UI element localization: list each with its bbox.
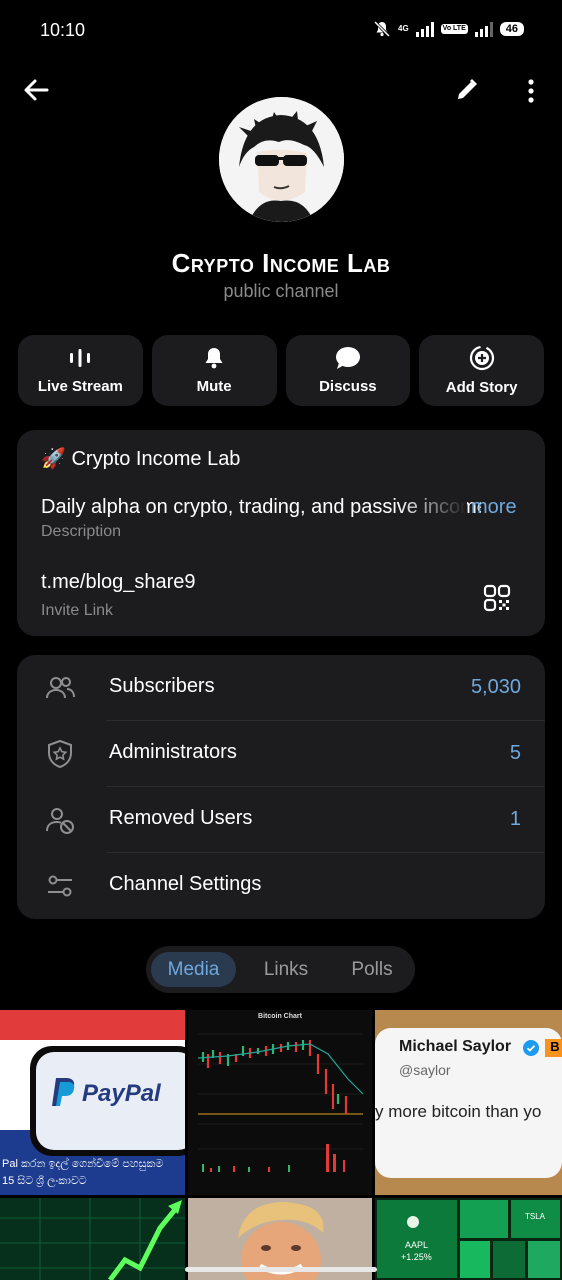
stock-heatmap-thumbnail <box>377 1200 560 1278</box>
chart-caption: Bitcoin Chart <box>258 1013 302 1020</box>
back-arrow-icon[interactable] <box>23 77 49 103</box>
live-stream-label: Live Stream <box>37 378 123 395</box>
stock-label-2: TSLA <box>525 1212 546 1221</box>
media-tabs: Media Links Polls <box>146 946 415 993</box>
mute-notification-icon <box>373 20 391 38</box>
bitcoin-badge: B <box>545 1039 562 1057</box>
removed-users-count: 1 <box>509 808 521 830</box>
media-tile-saylor-tweet[interactable]: Michael Saylor B @saylor y more bitcoin … <box>375 1010 562 1195</box>
discuss-label: Discuss <box>319 378 377 395</box>
description-label: Description <box>41 523 122 540</box>
bitcoin-chart-thumbnail <box>197 1033 364 1172</box>
gesture-nav-handle[interactable] <box>185 1267 377 1272</box>
paypal-wordmark: PayPal <box>82 1080 161 1107</box>
invite-link-label: Invite Link <box>41 602 114 619</box>
action-buttons: Live Stream Mute Discuss Add Story <box>18 335 544 406</box>
administrators-label: Administrators <box>109 741 237 763</box>
volte-label: Vo LTE <box>440 24 468 34</box>
add-story-label: Add Story <box>445 379 518 396</box>
channel-settings-list: Subscribers 5,030 Administrators 5 Remov… <box>17 655 545 919</box>
stock-change: +1.25% <box>401 1252 432 1262</box>
live-stream-button[interactable]: Live Stream <box>18 335 143 406</box>
tab-links[interactable]: Links <box>246 952 326 987</box>
paypal-band <box>0 1010 185 1040</box>
channel-info-card: 🚀 Crypto Income Lab Daily alpha on crypt… <box>17 430 545 636</box>
media-tile-growth-chart[interactable] <box>0 1198 185 1280</box>
chat-bubble-icon <box>335 347 360 369</box>
user-blocked-icon <box>46 808 74 834</box>
administrators-row[interactable]: Administrators 5 <box>17 721 545 787</box>
more-options-icon[interactable] <box>521 78 541 104</box>
signal-icon-2 <box>474 21 493 37</box>
stock-label: AAPL <box>405 1240 429 1250</box>
description-fade <box>397 492 467 522</box>
shield-star-icon <box>48 739 72 769</box>
paypal-logo-icon <box>52 1078 75 1106</box>
qr-code-icon[interactable] <box>483 584 511 612</box>
administrators-count: 5 <box>509 742 521 764</box>
users-icon <box>46 677 75 699</box>
verified-badge-icon <box>523 1040 539 1056</box>
mute-label: Mute <box>196 378 232 395</box>
status-icons: 4G Vo LTE 46 <box>373 20 524 38</box>
channel-settings-row[interactable]: Channel Settings <box>17 853 545 919</box>
channel-subtitle: public channel <box>223 281 339 301</box>
mute-button[interactable]: Mute <box>151 335 277 406</box>
network-type-label: 4G <box>398 24 409 33</box>
paypal-caption-1: Pal කරන ඉදල් ගෙන්වීමේ පහසුකම <box>2 1158 164 1170</box>
add-story-button[interactable]: Add Story <box>419 335 544 406</box>
invite-link-text[interactable]: t.me/blog_share9 <box>41 571 196 594</box>
subscribers-row[interactable]: Subscribers 5,030 <box>17 655 545 721</box>
sliders-icon <box>48 875 72 897</box>
info-channel-name: 🚀 Crypto Income Lab <box>41 448 241 470</box>
growth-chart-thumbnail <box>0 1198 185 1280</box>
media-tile-paypal[interactable]: PayPal Pal කරන ඉදල් ගෙන්වීමේ පහසුකම 15 ස… <box>0 1010 185 1195</box>
removed-users-label: Removed Users <box>109 807 253 829</box>
status-time: 10:10 <box>40 20 86 40</box>
removed-users-row[interactable]: Removed Users 1 <box>17 787 545 853</box>
channel-avatar[interactable] <box>219 97 344 222</box>
tab-polls[interactable]: Polls <box>332 952 412 987</box>
bell-icon <box>205 348 223 369</box>
avatar-illustration <box>219 97 344 222</box>
subscribers-label: Subscribers <box>109 675 215 697</box>
add-story-icon <box>469 345 494 371</box>
tweet-handle: @saylor <box>399 1062 451 1078</box>
discuss-button[interactable]: Discuss <box>285 335 411 406</box>
channel-title: Crypto Income Lab <box>171 248 391 278</box>
signal-icon <box>415 21 434 37</box>
live-stream-icon <box>70 349 91 367</box>
tweet-author: Michael Saylor <box>399 1038 512 1055</box>
channel-settings-label: Channel Settings <box>109 873 262 895</box>
media-tile-bitcoin-chart[interactable]: Bitcoin Chart <box>188 1010 372 1195</box>
edit-pencil-icon[interactable] <box>455 78 479 102</box>
battery-icon: 46 <box>499 22 524 36</box>
tweet-text: y more bitcoin than yo <box>375 1102 542 1121</box>
subscribers-count: 5,030 <box>470 676 521 698</box>
tab-media[interactable]: Media <box>151 952 236 987</box>
media-tile-stocks[interactable]: AAPL +1.25% TSLA <box>375 1198 562 1280</box>
description-more-link[interactable]: more <box>471 496 517 519</box>
paypal-caption-2: 15 සිට ශ්‍රී ලංකාවට <box>2 1175 87 1187</box>
